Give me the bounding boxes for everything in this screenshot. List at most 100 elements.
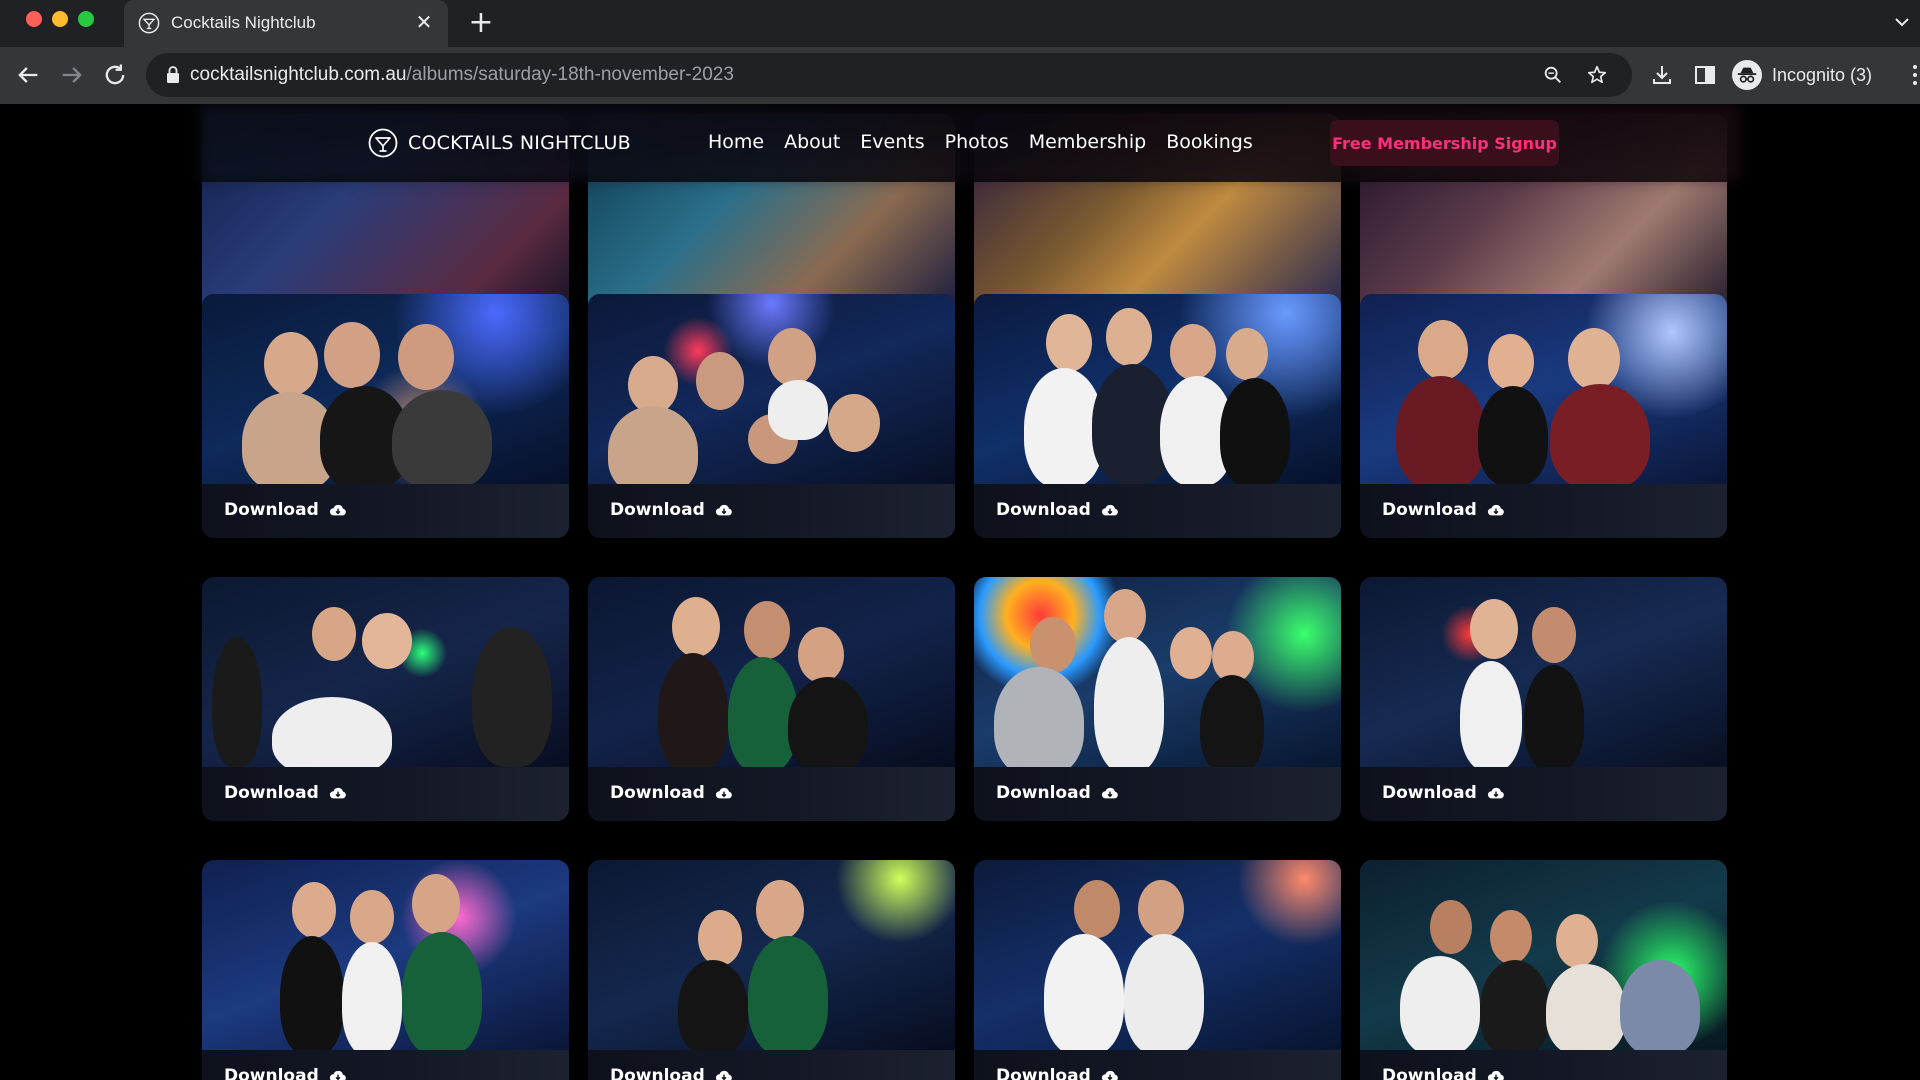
download-label: Download [996, 500, 1091, 520]
photo-card: Download [1360, 577, 1727, 821]
photo-card: Download [1360, 860, 1727, 1080]
event-photo[interactable] [974, 577, 1341, 777]
event-photo[interactable] [1360, 577, 1727, 771]
photo-card-footer: Download [588, 1050, 955, 1080]
download-button[interactable]: Download [610, 500, 733, 520]
event-photo[interactable] [202, 294, 569, 492]
cloud-download-icon [715, 787, 732, 799]
download-button[interactable]: Download [224, 783, 347, 803]
event-photo[interactable] [202, 577, 569, 777]
photo-card: Download [974, 294, 1341, 538]
download-button[interactable]: Download [1382, 1066, 1505, 1080]
photo-card-footer: Download [202, 767, 569, 821]
nav-about[interactable]: About [784, 131, 840, 153]
download-label: Download [610, 500, 705, 520]
tab-title: Cocktails Nightclub [171, 13, 316, 32]
photo-card-footer: Download [1360, 484, 1727, 538]
photo-card: Download [1360, 294, 1727, 538]
photo-card: Download [202, 577, 569, 821]
new-tab-icon[interactable]: + [466, 8, 496, 38]
cloud-download-icon [1101, 787, 1118, 799]
download-label: Download [224, 783, 319, 803]
event-photo[interactable] [588, 294, 955, 496]
download-label: Download [1382, 500, 1477, 520]
browser-chrome: Cocktails Nightclub ✕ + cocktailsnightcl… [0, 0, 1920, 104]
download-label: Download [224, 1066, 319, 1080]
address-bar[interactable]: cocktailsnightclub.com.au/albums/saturda… [146, 53, 1632, 97]
download-button[interactable]: Download [224, 1066, 347, 1080]
cloud-download-icon [1101, 1070, 1118, 1080]
photo-card-footer: Download [1360, 767, 1727, 821]
download-button[interactable]: Download [996, 500, 1119, 520]
nav-bookings[interactable]: Bookings [1166, 131, 1253, 153]
reload-icon[interactable] [101, 61, 129, 89]
event-photo[interactable] [588, 860, 955, 1056]
site-logo[interactable]: COCKTAILS NIGHTCLUB [368, 128, 631, 158]
bookmark-star-icon[interactable] [1586, 64, 1608, 86]
cloud-download-icon [1487, 1070, 1504, 1080]
close-window-button[interactable] [26, 11, 42, 27]
minimize-window-button[interactable] [52, 11, 68, 27]
download-button[interactable]: Download [996, 783, 1119, 803]
forward-arrow-icon[interactable] [58, 61, 86, 89]
event-photo[interactable] [974, 294, 1341, 488]
cloud-download-icon [329, 1070, 346, 1080]
cloud-download-icon [1487, 787, 1504, 799]
nav-photos[interactable]: Photos [945, 131, 1009, 153]
free-membership-signup-button[interactable]: Free Membership Signup [1330, 120, 1559, 166]
event-photo[interactable] [202, 860, 569, 1056]
download-icon[interactable] [1650, 63, 1674, 87]
download-button[interactable]: Download [224, 500, 347, 520]
side-panel-icon[interactable] [1693, 63, 1717, 87]
event-photo[interactable] [588, 577, 955, 773]
download-label: Download [996, 1066, 1091, 1080]
cloud-download-icon [329, 787, 346, 799]
photo-card-footer: Download [588, 484, 955, 538]
download-button[interactable]: Download [610, 783, 733, 803]
lock-icon[interactable] [164, 65, 182, 85]
menu-kebab-icon[interactable] [1912, 64, 1918, 86]
photo-card-footer: Download [974, 767, 1341, 821]
incognito-icon [1732, 60, 1762, 90]
event-photo[interactable] [1360, 294, 1727, 490]
cloud-download-icon [1101, 504, 1118, 516]
site-header: COCKTAILS NIGHTCLUB Home About Events Ph… [0, 104, 1920, 182]
download-label: Download [1382, 1066, 1477, 1080]
event-photo[interactable] [1360, 860, 1727, 1056]
photo-card: Download [974, 577, 1341, 821]
photo-card: Download [202, 294, 569, 538]
photo-card-footer: Download [1360, 1050, 1727, 1080]
url-host: cocktailsnightclub.com.au [190, 64, 407, 85]
nav-events[interactable]: Events [860, 131, 924, 153]
cocktail-logo-icon [368, 128, 398, 158]
download-button[interactable]: Download [610, 1066, 733, 1080]
chevron-down-icon[interactable] [1890, 10, 1914, 34]
photo-card: Download [974, 860, 1341, 1080]
back-arrow-icon[interactable] [14, 61, 42, 89]
photo-gallery-grid: Download Download Download Download Down… [0, 104, 1920, 1080]
download-button[interactable]: Download [1382, 500, 1505, 520]
main-nav: Home About Events Photos Membership Book… [708, 131, 1273, 153]
photo-card-footer: Download [588, 767, 955, 821]
download-button[interactable]: Download [1382, 783, 1505, 803]
maximize-window-button[interactable] [78, 11, 94, 27]
tab-strip: Cocktails Nightclub ✕ + [0, 0, 1920, 47]
incognito-profile-button[interactable]: Incognito (3) [1732, 57, 1872, 93]
nav-membership[interactable]: Membership [1029, 131, 1146, 153]
url-text[interactable]: cocktailsnightclub.com.au/albums/saturda… [190, 64, 734, 86]
cloud-download-icon [715, 1070, 732, 1080]
close-tab-icon[interactable]: ✕ [412, 10, 436, 34]
photo-card-footer: Download [974, 484, 1341, 538]
event-photo[interactable] [974, 860, 1341, 1056]
zoom-magnifier-icon[interactable] [1542, 64, 1564, 86]
tab-cocktails-nightclub[interactable]: Cocktails Nightclub ✕ [124, 0, 448, 47]
download-button[interactable]: Download [996, 1066, 1119, 1080]
photo-card-footer: Download [202, 1050, 569, 1080]
photo-card: Download [588, 577, 955, 821]
photo-card-footer: Download [202, 484, 569, 538]
download-label: Download [610, 783, 705, 803]
photo-card-footer: Download [974, 1050, 1341, 1080]
nav-home[interactable]: Home [708, 131, 764, 153]
photo-card: Download [202, 860, 569, 1080]
photo-card: Download [588, 860, 955, 1080]
